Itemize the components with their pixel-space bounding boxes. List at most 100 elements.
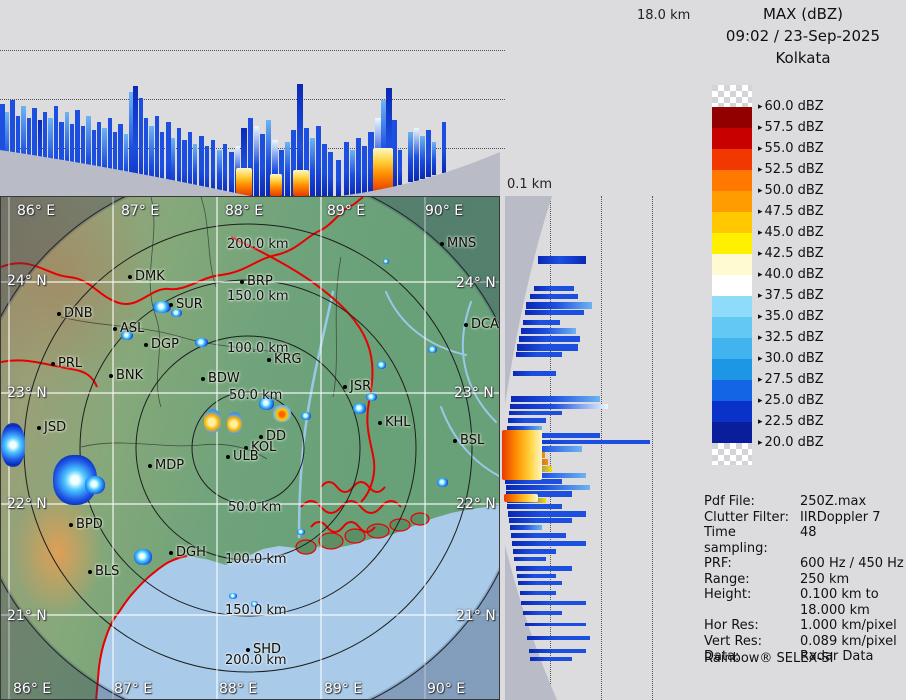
info-value: 0.089 km/pixel — [800, 633, 897, 649]
station-marker: BPD — [69, 514, 103, 533]
station-dot — [240, 279, 244, 284]
station-label: JSR — [350, 379, 372, 394]
station-dot — [453, 438, 457, 443]
echo-row — [511, 396, 600, 402]
longitude-label: 88° E — [219, 681, 258, 697]
station-marker: MNS — [440, 233, 476, 252]
echo-row — [513, 549, 556, 554]
echo-row — [514, 557, 546, 561]
legend-value-label: ▸ 22.5 dBZ — [758, 414, 824, 429]
info-value: 48 — [800, 525, 817, 540]
radar-map: 24° N 23° N 22° N 21° N 24° N 23° N 22° N 21° N… — [0, 196, 500, 700]
legend-tick-arrow: ▸ — [758, 144, 763, 154]
echo-row — [523, 611, 562, 615]
product-datetime: 09:02 / 23-Sep-2025 — [725, 27, 881, 45]
legend-tick-arrow: ▸ — [758, 249, 763, 259]
legend-tick-arrow: ▸ — [758, 312, 763, 322]
station-marker: JSD — [37, 417, 66, 436]
station-label: BNK — [116, 368, 144, 383]
legend-tick-arrow: ▸ — [758, 438, 763, 448]
info-value: 600 Hz / 450 Hz — [800, 556, 904, 571]
echo-row — [512, 541, 586, 546]
echo-row — [516, 566, 572, 571]
station-label: MDP — [155, 458, 185, 473]
info-value: 250 km — [800, 571, 850, 587]
station-marker: DGH — [169, 542, 206, 561]
echo-row — [516, 352, 562, 357]
range-ring-label: 150.0 km — [227, 289, 289, 304]
echo-row — [508, 511, 586, 517]
info-key: Range: — [704, 571, 750, 587]
software-brand: Rainbow® SELEX-SI — [704, 651, 834, 666]
station-label: DMK — [135, 269, 165, 284]
latitude-label: 21° N — [7, 608, 47, 624]
echo-row — [538, 256, 586, 264]
legend-value-label: ▸ 45.0 dBZ — [758, 225, 824, 240]
echo-row — [519, 336, 580, 342]
echo-row — [518, 581, 562, 585]
dbz-color-legend: ▸ 60.0 dBZ ▸ 57.5 dBZ ▸ 55.0 dBZ ▸ 52.5 dBZ ▸ 50.… — [712, 85, 906, 465]
station-label: BDW — [208, 371, 240, 386]
info-key: PRF: — [704, 556, 732, 571]
echo-row — [525, 623, 586, 626]
legend-color-cell — [712, 107, 752, 128]
legend-color-cell — [712, 212, 752, 233]
legend-color-cell — [712, 401, 752, 422]
station-label: JSD — [44, 420, 67, 435]
station-marker: DMK — [128, 266, 165, 285]
product-info-block: Pdf File: 250Z.max Clutter Filter: IIRDoppl… — [704, 494, 904, 665]
station-dot — [113, 326, 117, 331]
legend-value-label: ▸ 60.0 dBZ — [758, 99, 824, 114]
echo-row — [508, 418, 546, 423]
info-key: Hor Res: — [704, 618, 759, 633]
echo-row — [520, 591, 556, 595]
longitude-label: 86° E — [17, 203, 56, 219]
legend-color-cell — [712, 254, 752, 275]
legend-color-cell — [712, 149, 752, 170]
station-dot — [169, 302, 173, 307]
range-ring-label: 50.0 km — [229, 388, 283, 403]
station-label: MNS — [447, 236, 477, 251]
legend-tick-arrow: ▸ — [758, 417, 763, 427]
station-label: SHD — [253, 642, 282, 657]
legend-value-label: ▸ 35.0 dBZ — [758, 309, 824, 324]
info-row: Vert Res: 0.089 km/pixel — [704, 634, 904, 650]
info-value: 0.100 km to 18.000 km — [800, 587, 879, 618]
range-ring-label: 50.0 km — [228, 500, 282, 515]
legend-tick-arrow: ▸ — [758, 186, 763, 196]
top-height-profile-panel — [0, 0, 505, 196]
legend-value-label: ▸ 42.5 dBZ — [758, 246, 824, 261]
echo-row — [517, 344, 578, 351]
station-label: DNB — [64, 306, 93, 321]
legend-tick-arrow: ▸ — [758, 396, 763, 406]
station-marker: MDP — [148, 455, 184, 474]
station-label: KRG — [274, 352, 302, 367]
station-dot — [128, 274, 132, 279]
station-dot — [144, 342, 148, 347]
legend-color-cell — [712, 422, 752, 443]
station-marker: DGP — [144, 334, 179, 353]
info-key: Clutter Filter: — [704, 509, 789, 525]
station-label: ASL — [120, 321, 145, 336]
legend-color-cell — [712, 359, 752, 380]
legend-tick-arrow: ▸ — [758, 375, 763, 385]
echo-row — [523, 320, 560, 325]
echo-row — [527, 636, 590, 640]
echo-row — [529, 649, 586, 653]
station-dot — [226, 454, 230, 459]
info-row: Time sampling: 48 — [704, 525, 904, 556]
longitude-label: 87° E — [121, 203, 160, 219]
longitude-label: 88° E — [225, 203, 264, 219]
station-marker: DCA — [464, 314, 499, 333]
station-marker: BNK — [109, 365, 143, 384]
echo-row — [507, 504, 562, 509]
legend-value-label: ▸ 37.5 dBZ — [758, 288, 824, 303]
echo-row — [530, 294, 578, 299]
legend-color-cell — [712, 338, 752, 359]
station-marker: SUR — [169, 294, 203, 313]
station-dot — [464, 322, 468, 327]
legend-tick-arrow: ▸ — [758, 123, 763, 133]
legend-tick-arrow: ▸ — [758, 333, 763, 343]
station-dot — [109, 373, 113, 378]
product-title: MAX (dBZ) — [762, 5, 844, 23]
